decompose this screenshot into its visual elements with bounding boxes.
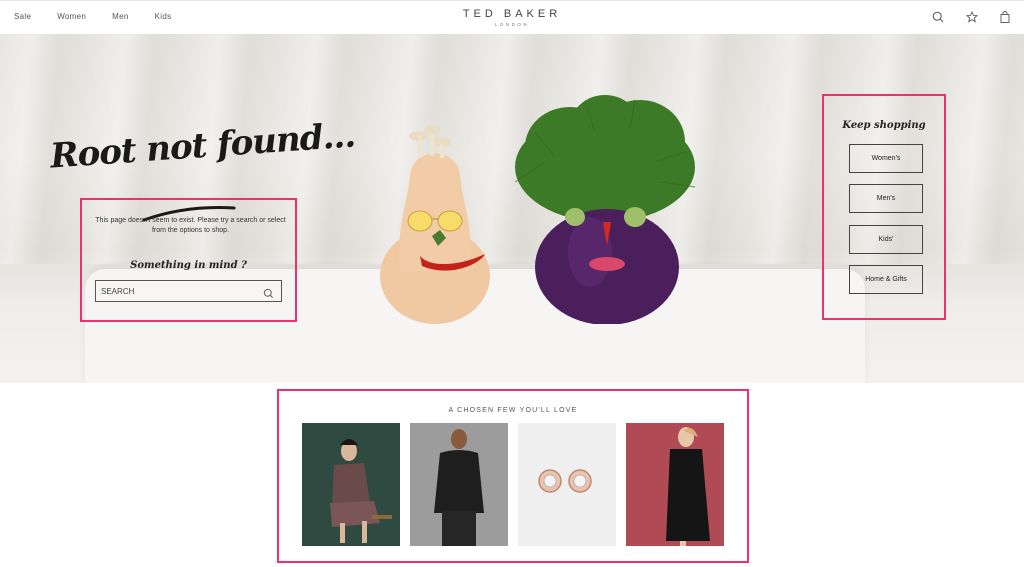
- hero-banner: Root not found... This page doesn't seem…: [0, 34, 1024, 383]
- brand-logo[interactable]: TED BAKER LONDON: [0, 8, 1024, 27]
- keep-shopping-panel: Keep shopping Women's Men's Kids' Home &…: [822, 94, 946, 320]
- recommendations-section: A CHOSEN FEW YOU'LL LOVE: [277, 389, 749, 563]
- search-icon[interactable]: [932, 11, 944, 23]
- product-image: [302, 423, 400, 546]
- red-cabbage-image: [514, 95, 696, 324]
- not-found-message: This page doesn't seem to exist. Please …: [95, 217, 286, 234]
- kids-button[interactable]: Kids': [849, 225, 923, 254]
- brand-sub: LONDON: [494, 22, 530, 27]
- search-input[interactable]: [101, 285, 251, 297]
- wishlist-star-icon[interactable]: [966, 11, 978, 23]
- product-image: [410, 423, 508, 546]
- site-header: Sale Women Men Kids TED BAKER LONDON: [0, 0, 1024, 34]
- product-image: [626, 423, 724, 546]
- header-icons: [932, 11, 1010, 23]
- product-card-2[interactable]: [410, 423, 508, 546]
- mens-button[interactable]: Men's: [849, 184, 923, 213]
- search-field[interactable]: [95, 280, 282, 302]
- product-card-3[interactable]: [518, 423, 616, 546]
- search-prompt-title: Something in mind ?: [130, 260, 247, 271]
- product-image: [518, 423, 616, 546]
- product-card-4[interactable]: [626, 423, 724, 546]
- search-icon[interactable]: [263, 286, 274, 304]
- butternut-squash-image: [380, 125, 490, 324]
- recommendations-title: A CHOSEN FEW YOU'LL LOVE: [448, 407, 578, 414]
- home-gifts-button[interactable]: Home & Gifts: [849, 265, 923, 294]
- keep-shopping-title: Keep shopping: [842, 120, 926, 131]
- product-card-1[interactable]: [302, 423, 400, 546]
- womens-button[interactable]: Women's: [849, 144, 923, 173]
- brand-name: TED BAKER: [462, 8, 562, 20]
- shopping-bag-icon[interactable]: [1000, 11, 1010, 23]
- not-found-search-panel: This page doesn't seem to exist. Please …: [80, 198, 297, 322]
